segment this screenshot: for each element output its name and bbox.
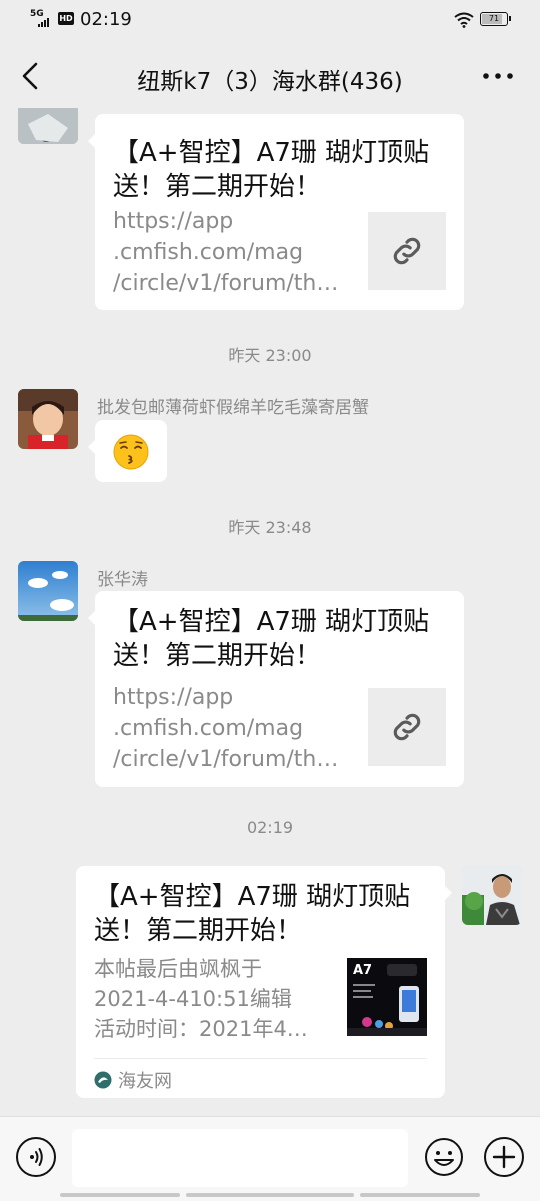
link-icon bbox=[393, 713, 421, 741]
message-input[interactable] bbox=[72, 1129, 408, 1187]
status-time: 02:19 bbox=[80, 9, 132, 30]
emoji-message[interactable] bbox=[88, 420, 167, 482]
article-desc-line: 活动时间：2021年4… bbox=[94, 1017, 308, 1041]
article-thumbnail: A7 bbox=[347, 958, 427, 1036]
battery-icon: 71 bbox=[480, 12, 511, 26]
message-list[interactable]: 【A+智控】A7珊 瑚灯顶贴送！第二期开始！ https://app .cmfi… bbox=[0, 108, 540, 1116]
nav-indicator bbox=[360, 1193, 480, 1197]
article-source: 海友网 bbox=[94, 1067, 172, 1093]
article-desc-line: 2021-4-410:51编辑 bbox=[94, 987, 292, 1011]
nav-indicator bbox=[60, 1193, 180, 1197]
chat-header: 纽斯k7（3）海水群(436) bbox=[0, 44, 540, 114]
link-url-line: https://app bbox=[113, 685, 234, 710]
link-card-title: 【A+智控】A7珊 瑚灯顶贴送！第二期开始！ bbox=[113, 607, 430, 671]
article-source-name: 海友网 bbox=[118, 1071, 172, 1092]
voice-icon[interactable] bbox=[16, 1137, 56, 1177]
link-url-line: .cmfish.com/mag bbox=[113, 716, 304, 741]
link-url-line: https://app bbox=[113, 209, 234, 234]
article-desc-line: 本帖最后由飒枫于 bbox=[94, 957, 262, 981]
chat-title: 纽斯k7（3）海水群(436) bbox=[137, 69, 403, 95]
link-url-line: /circle/v1/forum/th… bbox=[113, 271, 339, 296]
hd-icon: HD bbox=[58, 12, 74, 25]
avatar[interactable] bbox=[18, 389, 78, 449]
sender-name: 批发包邮薄荷虾假绵羊吃毛藻寄居蟹 bbox=[97, 398, 369, 418]
input-bar bbox=[0, 1116, 540, 1201]
plus-icon[interactable] bbox=[484, 1137, 524, 1177]
wifi-icon bbox=[454, 12, 474, 28]
article-thumbnail-label: A7 bbox=[353, 963, 372, 978]
timestamp: 昨天 23:00 bbox=[228, 346, 312, 365]
link-thumbnail bbox=[368, 212, 446, 290]
link-card-message[interactable]: 【A+智控】A7珊 瑚灯顶贴送！第二期开始！ https://app .cmfi… bbox=[88, 591, 464, 787]
sender-name: 张华涛 bbox=[97, 570, 148, 590]
link-url-line: /circle/v1/forum/th… bbox=[113, 747, 339, 772]
divider bbox=[94, 1058, 427, 1059]
ellipsis-icon[interactable] bbox=[480, 60, 516, 92]
timestamp: 昨天 23:48 bbox=[228, 518, 312, 537]
link-card-message[interactable]: 【A+智控】A7珊 瑚灯顶贴送！第二期开始！ https://app .cmfi… bbox=[88, 114, 464, 310]
link-url-line: .cmfish.com/mag bbox=[113, 240, 304, 265]
nav-indicator bbox=[186, 1193, 354, 1197]
timestamp: 02:19 bbox=[246, 818, 294, 837]
avatar[interactable] bbox=[18, 108, 78, 144]
source-logo-icon bbox=[94, 1071, 112, 1089]
link-icon bbox=[393, 237, 421, 265]
status-bar: 5G HD 02:19 71 bbox=[0, 0, 540, 40]
kissing-face-icon bbox=[113, 434, 149, 470]
avatar[interactable] bbox=[18, 561, 78, 621]
link-thumbnail bbox=[368, 688, 446, 766]
battery-level: 71 bbox=[488, 14, 500, 23]
signal-icon bbox=[38, 18, 49, 27]
article-card-message[interactable]: 【A+智控】A7珊 瑚灯顶贴送！第二期开始！ 本帖最后由飒枫于 2021-4-4… bbox=[76, 866, 452, 1098]
smiley-icon[interactable] bbox=[424, 1137, 464, 1177]
article-card-title: 【A+智控】A7珊 瑚灯顶贴送！第二期开始！ bbox=[94, 882, 411, 946]
avatar[interactable] bbox=[462, 865, 522, 925]
link-card-title: 【A+智控】A7珊 瑚灯顶贴送！第二期开始！ bbox=[113, 138, 430, 202]
